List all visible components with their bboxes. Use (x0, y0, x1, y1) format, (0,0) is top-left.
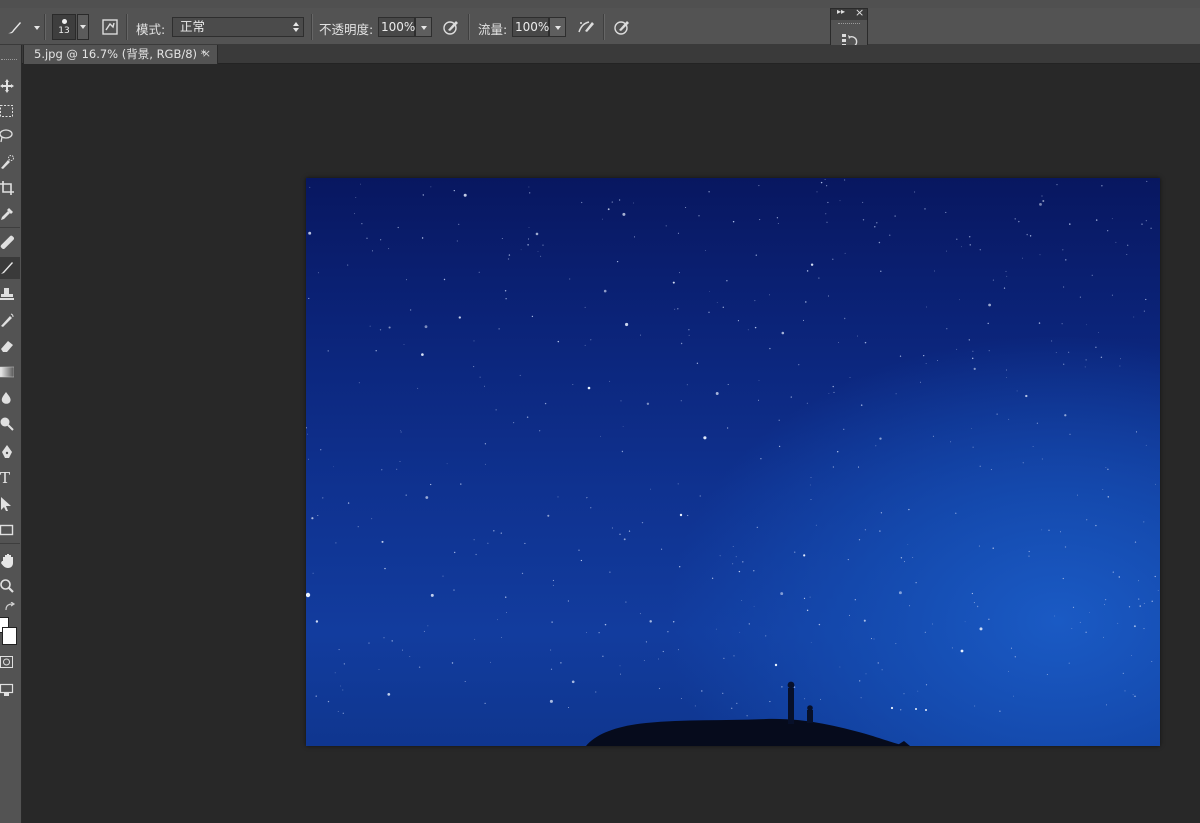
brush-tool[interactable] (0, 257, 20, 279)
lasso-icon (0, 129, 13, 143)
background-color-swatch[interactable] (2, 627, 17, 645)
mode-value: 正常 (180, 19, 206, 34)
document-image[interactable] (306, 178, 1160, 746)
shape-tool[interactable] (0, 519, 20, 541)
rectangle-shape-icon (0, 524, 14, 536)
chevron-down-icon (80, 25, 86, 29)
path-selection-arrow-icon (1, 497, 11, 511)
close-tab-icon[interactable]: × (202, 45, 211, 63)
flow-slider-button[interactable] (549, 17, 566, 37)
pen-pressure-opacity-icon (443, 21, 458, 35)
panel-grip[interactable] (838, 23, 860, 26)
quick-mask-button[interactable] (0, 651, 20, 673)
hand-icon (1, 553, 13, 568)
dodge-icon (0, 417, 14, 431)
clone-stamp-tool[interactable] (0, 283, 20, 305)
move-tool[interactable] (0, 75, 20, 97)
screen-mode-button[interactable] (0, 679, 20, 701)
expand-panels-icon[interactable]: ▸▸ (837, 7, 845, 16)
type-tool[interactable]: T (0, 467, 20, 489)
brush-icon (8, 22, 21, 34)
hill-silhouette (586, 681, 910, 746)
opacity-value: 100% (381, 20, 416, 34)
mode-select[interactable]: 正常 (172, 17, 304, 37)
dodge-tool[interactable] (0, 413, 20, 435)
rectangular-marquee-icon (0, 105, 13, 117)
size-pressure-button[interactable] (611, 16, 633, 38)
options-bar: 13 模式: 正常 不透明度: 100% 流量: 100% (0, 8, 1200, 45)
eraser-icon (1, 341, 13, 352)
brush-panel-icon (102, 19, 118, 35)
close-icon[interactable]: × (855, 6, 864, 19)
brush-size-value: 13 (58, 26, 70, 36)
document-tab-bar: 5.jpg @ 16.7% (背景, RGB/8) * × (0, 45, 1200, 64)
toolbar-divider (0, 543, 20, 544)
pen-pressure-size-icon (614, 21, 629, 35)
blur-drop-icon (1, 392, 11, 404)
swap-colors-button[interactable] (4, 601, 16, 611)
airbrush-button[interactable] (575, 16, 597, 38)
opacity-field[interactable]: 100% (378, 17, 415, 37)
person-silhouette (788, 688, 794, 724)
zoom-tool[interactable] (0, 575, 20, 597)
toolbar-grip[interactable] (1, 59, 17, 62)
path-selection-tool[interactable] (0, 493, 20, 515)
marquee-tool[interactable] (0, 100, 20, 122)
healing-brush-tool[interactable] (0, 231, 20, 253)
swap-arrows-icon (5, 601, 16, 611)
menu-bar (0, 0, 1200, 8)
brush-panel-toggle-button[interactable] (99, 16, 121, 38)
eyedropper-icon (1, 208, 13, 220)
hand-tool[interactable] (0, 549, 20, 571)
document-tab[interactable]: 5.jpg @ 16.7% (背景, RGB/8) * × (23, 45, 218, 64)
pen-icon (2, 445, 12, 458)
crop-tool[interactable] (0, 177, 20, 199)
zoom-magnifier-icon (0, 579, 14, 593)
divider (468, 14, 470, 40)
opacity-pressure-button[interactable] (440, 16, 462, 38)
gradient-icon (0, 366, 14, 378)
opacity-label: 不透明度: (319, 22, 374, 37)
quick-mask-icon (0, 656, 13, 668)
airbrush-icon (578, 21, 594, 33)
mode-label: 模式: (136, 22, 166, 37)
history-brush-tool[interactable] (0, 309, 20, 331)
lasso-tool[interactable] (0, 125, 20, 147)
move-icon (0, 79, 14, 93)
opacity-slider-button[interactable] (415, 17, 432, 37)
tools-panel: T (0, 45, 22, 823)
brush-tip-dot-icon (62, 19, 67, 24)
quick-selection-tool[interactable] (0, 151, 20, 173)
eraser-tool[interactable] (0, 335, 20, 357)
bandage-icon (0, 235, 14, 249)
chevron-down-icon (34, 26, 40, 30)
history-brush-icon (1, 313, 14, 327)
flow-field[interactable]: 100% (512, 17, 549, 37)
gradient-tool[interactable] (0, 361, 20, 383)
flow-label: 流量: (478, 22, 508, 37)
chevron-down-icon (555, 26, 561, 30)
brush-icon (1, 262, 13, 274)
quick-selection-icon (1, 155, 14, 169)
divider (311, 14, 313, 40)
chevron-down-icon (421, 26, 427, 30)
tool-preset-picker[interactable] (2, 16, 42, 38)
divider (44, 14, 46, 40)
updown-arrows-icon (293, 22, 299, 32)
toolbar-divider (0, 227, 20, 228)
stamp-icon (0, 288, 14, 300)
brush-size-picker[interactable]: 13 (52, 14, 90, 40)
second-person-silhouette (807, 710, 813, 723)
pen-tool[interactable] (0, 441, 20, 463)
document-tab-title: 5.jpg @ 16.7% (背景, RGB/8) * (34, 47, 207, 61)
type-icon: T (0, 469, 11, 487)
eyedropper-tool[interactable] (0, 203, 20, 225)
divider (126, 14, 128, 40)
divider (603, 14, 605, 40)
flow-value: 100% (515, 20, 550, 34)
panel-dock-header: ▸▸ × (831, 6, 867, 20)
blur-tool[interactable] (0, 387, 20, 409)
screen-mode-icon (0, 683, 14, 696)
crop-icon (0, 181, 14, 195)
